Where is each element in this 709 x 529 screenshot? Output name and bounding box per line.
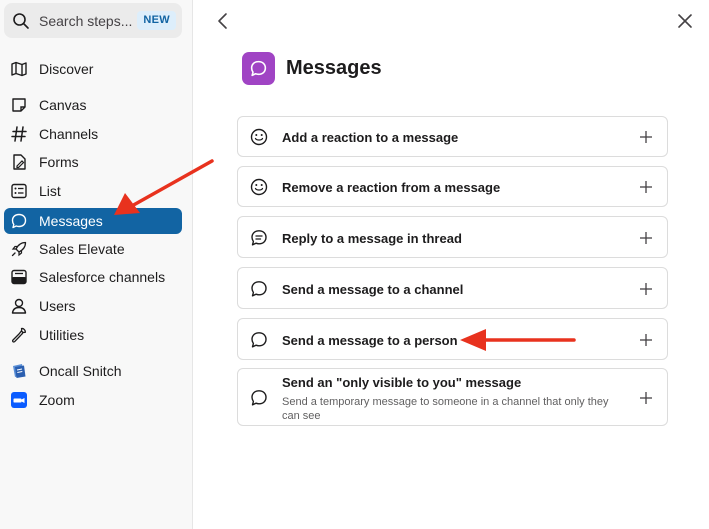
sidebar-item-label: Canvas: [39, 97, 87, 113]
action-reply-in-thread[interactable]: Reply to a message in thread: [237, 216, 668, 258]
canvas-icon: [12, 98, 26, 112]
sidebar-item-canvas[interactable]: Canvas: [4, 92, 182, 118]
message-bubble-icon: [251, 332, 267, 348]
sidebar-item-label: Salesforce channels: [39, 269, 166, 285]
zoom-app-icon: [11, 392, 27, 408]
sidebar-item-label: Messages: [39, 213, 103, 229]
close-icon[interactable]: [675, 11, 695, 31]
action-description: Send a temporary message to someone in a…: [282, 396, 609, 422]
sidebar-item-label: Sales Elevate: [39, 241, 125, 257]
action-add-reaction[interactable]: Add a reaction to a message: [237, 116, 668, 157]
messages-category-icon: [242, 52, 275, 85]
smiley-icon: [250, 128, 268, 146]
new-badge: NEW: [137, 11, 176, 30]
plus-icon[interactable]: [639, 282, 653, 296]
action-label: Reply to a message in thread: [282, 231, 462, 246]
message-bubble-icon: [251, 390, 267, 406]
smiley-icon: [250, 178, 268, 196]
sidebar-item-utilities[interactable]: Utilities: [4, 322, 182, 348]
annotation-arrow-send-to-person: [460, 329, 576, 351]
sidebar-item-users[interactable]: Users: [4, 293, 182, 319]
sidebar-item-label: Users: [39, 298, 76, 314]
sidebar-item-label: Discover: [39, 61, 94, 77]
plus-icon[interactable]: [639, 391, 653, 405]
sidebar-item-label: Zoom: [39, 392, 75, 408]
action-label: Send a message to a person: [282, 333, 458, 348]
sidebar-item-channels[interactable]: Channels: [4, 121, 182, 147]
wrench-icon: [11, 327, 26, 343]
back-arrow-icon[interactable]: [214, 11, 232, 31]
action-label: Add a reaction to a message: [282, 130, 459, 145]
sidebar: Search steps... NEW Discover Canvas Chan…: [0, 0, 193, 529]
search-input[interactable]: Search steps...: [39, 13, 132, 29]
page-title: Messages: [286, 57, 382, 79]
action-remove-reaction[interactable]: Remove a reaction from a message: [237, 166, 668, 207]
user-icon: [11, 298, 27, 314]
messages-panel: Messages Add a reaction to a message Rem…: [194, 0, 709, 529]
plus-icon[interactable]: [639, 231, 653, 245]
rocket-icon: [11, 241, 27, 257]
action-send-ephemeral[interactable]: Send an "only visible to you" message Se…: [237, 368, 668, 426]
plus-icon[interactable]: [639, 180, 653, 194]
message-bubble-icon: [251, 281, 267, 297]
sidebar-item-label: Oncall Snitch: [39, 363, 122, 379]
plus-icon[interactable]: [639, 130, 653, 144]
hash-icon: [11, 126, 27, 142]
sidebar-item-sales-elevate[interactable]: Sales Elevate: [4, 236, 182, 262]
thread-reply-icon: [251, 230, 267, 246]
sidebar-item-label: Forms: [39, 154, 79, 170]
action-label: Send a message to a channel: [282, 282, 464, 297]
salesforce-channel-icon: [11, 269, 27, 285]
annotation-arrow-messages: [114, 159, 214, 215]
search-box[interactable]: Search steps... NEW: [4, 3, 182, 38]
forms-icon: [13, 154, 26, 170]
message-bubble-icon: [250, 60, 267, 77]
search-icon: [13, 13, 29, 29]
sidebar-item-salesforce-channels[interactable]: Salesforce channels: [4, 264, 182, 290]
sidebar-item-label: Channels: [39, 126, 99, 142]
action-label: Send an "only visible to you" message: [282, 375, 522, 390]
map-icon: [11, 61, 27, 77]
action-send-to-person[interactable]: Send a message to a person: [237, 318, 668, 360]
plus-icon[interactable]: [639, 333, 653, 347]
sidebar-item-label: Utilities: [39, 327, 85, 343]
list-icon: [11, 183, 27, 199]
sidebar-item-oncall-snitch[interactable]: Oncall Snitch: [4, 358, 182, 384]
sidebar-item-label: List: [39, 183, 61, 199]
oncall-snitch-app-icon: [13, 364, 26, 378]
sidebar-item-zoom[interactable]: Zoom: [4, 387, 182, 413]
message-bubble-icon: [11, 213, 27, 229]
sidebar-item-discover[interactable]: Discover: [4, 56, 182, 82]
action-send-to-channel[interactable]: Send a message to a channel: [237, 267, 668, 309]
action-label: Remove a reaction from a message: [282, 180, 501, 195]
